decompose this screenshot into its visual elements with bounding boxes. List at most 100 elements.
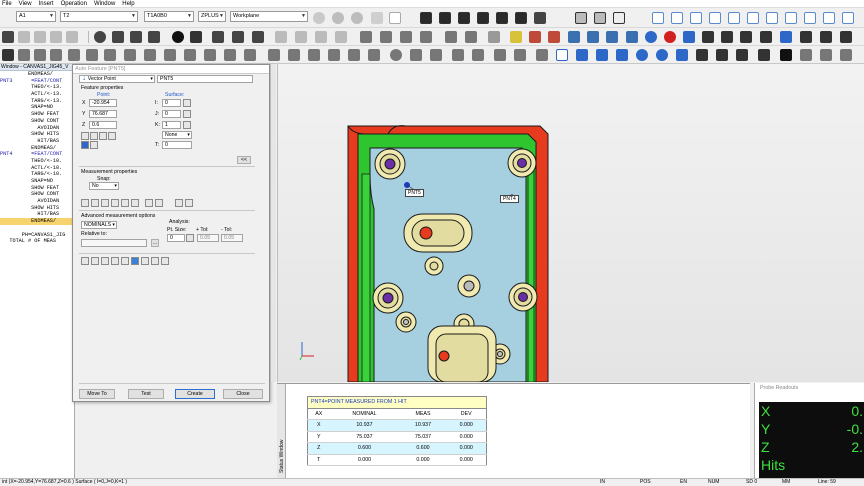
cube-shaded-icon[interactable]: [594, 12, 606, 24]
none-select[interactable]: None ▾: [162, 131, 192, 139]
code-line[interactable]: THEO/<-10.: [0, 158, 74, 165]
probe-icon[interactable]: [800, 31, 812, 43]
code-line[interactable]: SHOW HITS: [0, 205, 74, 212]
feature-icon[interactable]: [536, 49, 548, 61]
axis-icon[interactable]: [420, 31, 432, 43]
cube-top-icon[interactable]: [439, 12, 451, 24]
tool-icon[interactable]: [371, 12, 383, 24]
blank-icon[interactable]: [389, 12, 401, 24]
hit-icon[interactable]: [91, 199, 99, 207]
test-button[interactable]: Test: [128, 389, 164, 399]
option-icon[interactable]: [161, 257, 169, 265]
probe-icon[interactable]: [820, 49, 832, 61]
minus-tol-input[interactable]: 0.05: [221, 234, 243, 242]
feature-icon[interactable]: [472, 49, 484, 61]
edit-window[interactable]: Window - CANVAS1_JIG45_V ENDMEAS/PNT3 =F…: [0, 64, 75, 478]
hit-icon[interactable]: [145, 199, 153, 207]
stop-icon[interactable]: [190, 31, 202, 43]
feature-icon[interactable]: [410, 49, 422, 61]
probe-icon[interactable]: [760, 31, 772, 43]
option-icon[interactable]: [91, 257, 99, 265]
flip-icon[interactable]: [183, 99, 191, 107]
hit-icon[interactable]: [101, 199, 109, 207]
code-line[interactable]: ENDMEAS/: [0, 71, 74, 78]
menu-view[interactable]: View: [19, 0, 32, 7]
open-icon[interactable]: [18, 31, 30, 43]
tool-icon[interactable]: [676, 49, 688, 61]
option-icon[interactable]: [141, 257, 149, 265]
feature-icon[interactable]: [288, 49, 300, 61]
probe-combo[interactable]: T2 ▼: [60, 11, 138, 22]
line-icon[interactable]: [50, 49, 62, 61]
print-icon[interactable]: [488, 31, 500, 43]
window-icon[interactable]: [785, 12, 797, 24]
probe-icon[interactable]: [840, 49, 852, 61]
option-icon[interactable]: [111, 257, 119, 265]
feature-icon[interactable]: [430, 49, 442, 61]
plane-icon[interactable]: [204, 49, 216, 61]
plus-icon[interactable]: [183, 110, 191, 118]
code-line[interactable]: PH=CANVAS1_JIG: [0, 232, 74, 239]
undo-icon[interactable]: [445, 31, 457, 43]
hit-icon[interactable]: [185, 199, 193, 207]
axis-icon[interactable]: [380, 31, 392, 43]
menu-operation[interactable]: Operation: [61, 0, 87, 7]
code-line[interactable]: SNAP=NO: [0, 178, 74, 185]
pin-icon[interactable]: [2, 49, 14, 61]
graphics-view[interactable]: PNT5 PNT4: [277, 64, 864, 382]
code-line[interactable]: HIT/BAS: [0, 138, 74, 145]
code-line[interactable]: [0, 225, 74, 232]
feature-type-select[interactable]: ⇣ Vector Point ▾: [79, 75, 155, 83]
table-icon[interactable]: [613, 12, 625, 24]
step-icon[interactable]: [148, 31, 160, 43]
feature-icon[interactable]: [368, 49, 380, 61]
code-line[interactable]: ACTL/<-13.: [0, 91, 74, 98]
slot-icon[interactable]: [224, 49, 236, 61]
check-icon[interactable]: [112, 31, 124, 43]
menu-insert[interactable]: Insert: [39, 0, 54, 7]
feature-icon[interactable]: [494, 49, 506, 61]
line-icon[interactable]: [86, 49, 98, 61]
option-icon[interactable]: [151, 257, 159, 265]
probe-icon[interactable]: [758, 49, 770, 61]
window-icon[interactable]: [671, 12, 683, 24]
code-line[interactable]: ENDMEAS/: [0, 145, 74, 152]
cone-icon[interactable]: [164, 49, 176, 61]
code-line[interactable]: AVOIDAN: [0, 198, 74, 205]
z-input[interactable]: 0.6: [89, 121, 117, 129]
feature-icon[interactable]: [348, 49, 360, 61]
hit-icon[interactable]: [121, 199, 129, 207]
gear-icon[interactable]: [313, 12, 325, 24]
hit-icon[interactable]: [111, 199, 119, 207]
probe-icon[interactable]: [716, 49, 728, 61]
feature-id-input[interactable]: PNT5: [157, 75, 253, 83]
x-input[interactable]: -20.954: [89, 99, 117, 107]
probe-icon[interactable]: [721, 31, 733, 43]
line-icon[interactable]: [68, 49, 80, 61]
cube-right-icon[interactable]: [477, 12, 489, 24]
redo-icon[interactable]: [465, 31, 477, 43]
code-line[interactable]: TARG/<-13.: [0, 98, 74, 105]
option-icon[interactable]: [121, 257, 129, 265]
sphere-icon[interactable]: [645, 31, 657, 43]
line-icon[interactable]: [18, 49, 30, 61]
code-line[interactable]: THEO/<-13.: [0, 84, 74, 91]
tip-combo[interactable]: T1A0B0 ▼: [144, 11, 194, 22]
collapse-button[interactable]: <<: [237, 156, 251, 164]
record-icon[interactable]: [172, 31, 184, 43]
point-icon[interactable]: [780, 31, 792, 43]
graph-icon[interactable]: [252, 31, 264, 43]
line-icon[interactable]: [104, 49, 116, 61]
arrow-icon[interactable]: [315, 31, 327, 43]
hit-icon[interactable]: [175, 199, 183, 207]
option-icon[interactable]: [81, 257, 89, 265]
cylinder-icon[interactable]: [144, 49, 156, 61]
cube-wire-icon[interactable]: [575, 12, 587, 24]
feature-icon[interactable]: [514, 49, 526, 61]
spinner-icon[interactable]: [186, 234, 194, 242]
print-icon[interactable]: [50, 31, 62, 43]
tool-icon[interactable]: [576, 49, 588, 61]
window-icon[interactable]: [690, 12, 702, 24]
hit-icon[interactable]: [81, 199, 89, 207]
create-button[interactable]: Create: [175, 389, 215, 399]
